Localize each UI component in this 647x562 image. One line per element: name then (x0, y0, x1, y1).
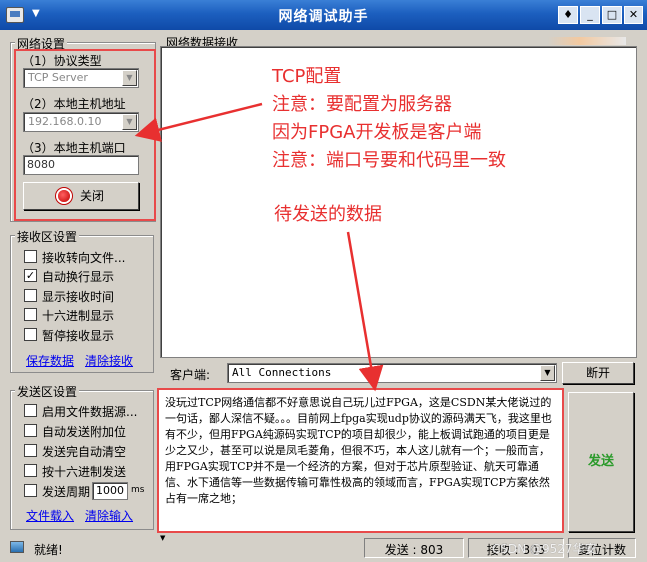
annotation-line-3: 因为FPGA开发板是客户端 (272, 122, 482, 143)
annotation-line-5: 待发送的数据 (274, 204, 382, 225)
maximize-button[interactable]: □ (602, 6, 622, 24)
sent-count: 发送 : 803 (364, 538, 464, 558)
window-title: 网络调试助手 (278, 9, 369, 25)
local-port-label: （3）本地主机端口 (22, 141, 126, 155)
checkbox-box[interactable] (24, 250, 37, 263)
protocol-type-select[interactable]: TCP Server ▼ (23, 68, 139, 88)
checkbox-box[interactable] (24, 404, 37, 417)
send-settings-label: 发送区设置 (15, 383, 80, 400)
checkbox-box[interactable] (24, 444, 37, 457)
annotation-line-4: 注意：端口号要和代码里一致 (272, 150, 506, 171)
pin-button[interactable]: ♦ (558, 6, 578, 24)
load-file-link[interactable]: 文件载入 (26, 507, 74, 524)
clear-input-link[interactable]: 清除输入 (85, 507, 133, 524)
send-data-input[interactable]: 没玩过TCP网络通信都不好意思说自己玩儿过FPGA，这是CSDN某大佬说过的一句… (157, 388, 564, 533)
close-connection-button[interactable]: 关闭 (23, 182, 139, 210)
disconnect-button[interactable]: 断开 (562, 362, 634, 384)
minimize-button[interactable]: _ (580, 6, 600, 24)
checkbox-box[interactable] (24, 328, 37, 341)
chevron-down-icon: ▼ (540, 365, 555, 381)
close-window-button[interactable]: ✕ (624, 6, 643, 24)
annotation-line-2: 注意：要配置为服务器 (272, 94, 452, 115)
local-port-field[interactable]: 8080 (23, 155, 139, 175)
status-text: 就绪! (34, 543, 63, 557)
send-button[interactable]: 发送 (568, 392, 634, 532)
save-data-link[interactable]: 保存数据 (26, 352, 74, 369)
checkmark-icon[interactable]: ✓ (24, 269, 37, 282)
send-period-unit: ms (131, 485, 145, 495)
receive-settings-label: 接收区设置 (15, 228, 80, 245)
local-host-select[interactable]: 192.168.0.10 ▼ (23, 112, 139, 132)
status-bar: 就绪! 发送 : 803 接收 : 803 复位计数 CSDN @9527华安 (0, 536, 647, 562)
status-icon (10, 541, 24, 553)
status-light-icon (57, 190, 70, 202)
receive-area-decoration (548, 37, 626, 45)
checkbox-box[interactable] (24, 424, 37, 437)
chevron-down-icon: ▼ (122, 114, 137, 130)
checkbox-box[interactable] (24, 289, 37, 302)
title-bar: ▼ 网络调试助手 ♦ _ □ ✕ (0, 0, 647, 30)
clear-receive-link[interactable]: 清除接收 (85, 352, 133, 369)
checkbox-box[interactable] (24, 464, 37, 477)
client-select[interactable]: All Connections ▼ (227, 363, 557, 383)
watermark: CSDN @9527华安 (492, 542, 597, 556)
send-period-field[interactable]: 1000 (92, 482, 128, 500)
checkbox-box[interactable] (24, 484, 37, 497)
chevron-down-icon: ▼ (122, 70, 137, 86)
checkbox-box[interactable] (24, 308, 37, 321)
protocol-type-label: （1）协议类型 (22, 54, 102, 68)
annotation-line-1: TCP配置 (272, 66, 342, 87)
local-host-label: （2）本地主机地址 (22, 97, 126, 111)
client-label: 客户端: (170, 368, 211, 382)
